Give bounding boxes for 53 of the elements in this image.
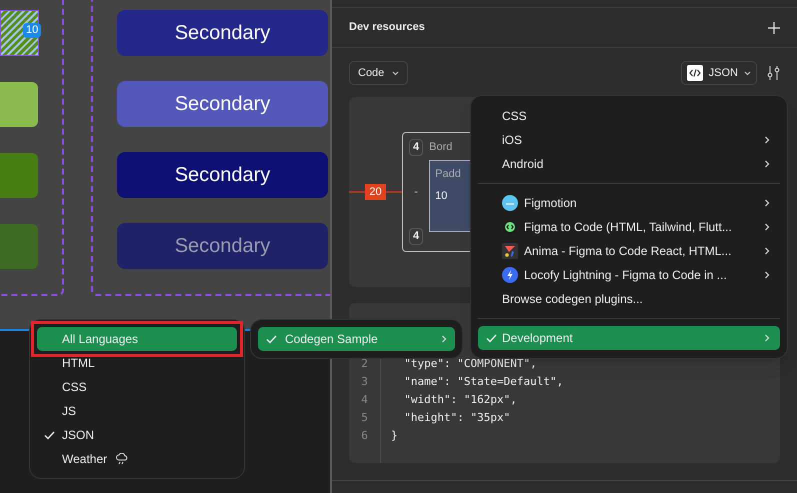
menu-item[interactable]: JS [37,399,237,423]
menu-item[interactable]: Codegen Sample [258,327,455,351]
spacing-badge: 10 [23,23,42,38]
menu-item[interactable]: Browse codegen plugins... [478,287,780,311]
menu-item[interactable]: Locofy Lightning - Figma to Code in ... [478,263,780,287]
padding-value: 10 [435,189,448,204]
caret-icon [392,70,400,76]
plugin-logo-icon [502,243,518,259]
menu-item[interactable]: Android [478,152,780,176]
menu-item[interactable]: Figmotion [478,191,780,215]
line-number: 2 [361,356,368,372]
code-line: "name": "State=Default", [403,374,564,390]
menu-item[interactable]: HTML [37,351,237,375]
section-title: Dev resources [349,20,425,36]
padding-label: Padd [435,166,462,182]
menu-item[interactable]: Anima - Figma to Code React, HTML... [478,239,780,263]
language-dropdown[interactable]: JSON [680,61,757,85]
secondary-button[interactable]: Secondary [117,81,328,127]
secondary-button[interactable]: Secondary [117,10,328,56]
menu-item[interactable]: Figma to Code (HTML, Tailwind, Flutt... [478,215,780,239]
menu-item[interactable]: CSS [37,375,237,399]
plugin-logo-icon [502,195,518,211]
settings-icon[interactable] [767,66,780,80]
border-value: - [414,184,418,200]
add-icon[interactable] [768,22,780,34]
code-line: "width": "162px", [403,392,518,408]
code-icon [686,65,703,81]
plugin-logo-icon [502,267,518,283]
caret-icon [744,70,751,76]
line-number: 6 [361,428,368,444]
line-number: 5 [361,410,368,426]
cloud-rain-icon [115,453,130,465]
code-line: } [391,428,399,444]
border-value: 4 [409,228,424,245]
menu-item[interactable]: All Languages [37,327,237,351]
menu-item[interactable]: iOS [478,128,780,152]
border-value: 4 [409,139,424,156]
line-number: 3 [361,374,368,390]
line-number: 4 [361,392,368,408]
secondary-button[interactable]: Secondary [117,223,328,269]
menu-item[interactable]: Development [478,326,780,350]
check-icon [266,334,277,344]
code-line: "type": "COMPONENT", [403,356,538,372]
code-line: "height": "35px" [403,410,512,426]
check-icon [486,334,497,342]
plugin-logo-icon [502,219,518,235]
check-icon [44,430,55,440]
margin-value: 20 [365,184,386,200]
mode-dropdown[interactable]: Code [349,61,408,85]
menu-item[interactable]: Weather [37,447,237,471]
secondary-button[interactable]: Secondary [117,152,328,198]
menu-item[interactable]: CSS [478,104,780,128]
menu-item[interactable]: JSON [37,423,237,447]
